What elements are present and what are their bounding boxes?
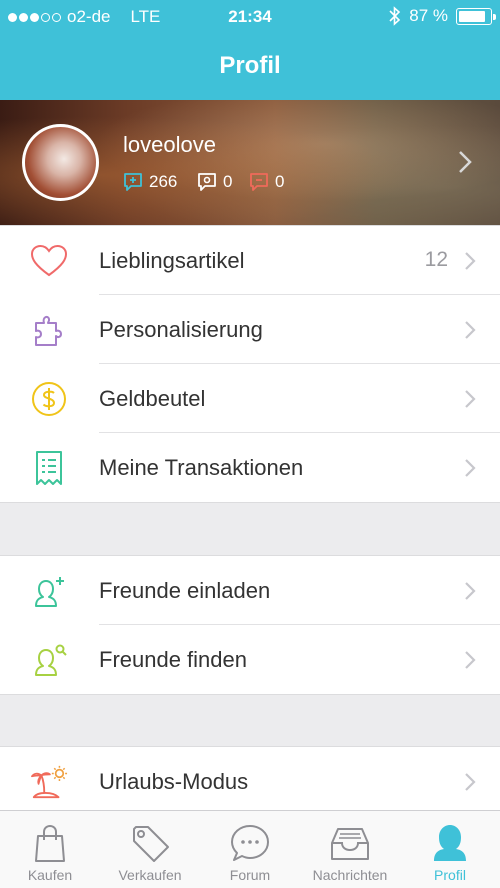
menu-group-account: Lieblingsartikel 12 Personalisierung Gel… — [0, 225, 500, 503]
menu-item-label: Lieblingsartikel — [99, 248, 245, 273]
menu-item-vacation-mode[interactable]: Urlaubs-Modus — [0, 747, 500, 816]
tab-bar: Kaufen Verkaufen Forum Nachrichten Profi… — [0, 810, 500, 888]
menu-item-favorites[interactable]: Lieblingsartikel 12 — [0, 226, 500, 295]
tab-label: Verkaufen — [118, 867, 182, 883]
navigation-header: o2-de LTE 21:34 87 % Profil — [0, 0, 500, 100]
inbox-tray-icon — [331, 828, 369, 860]
chevron-right-icon — [465, 390, 476, 408]
menu-item-label: Meine Transaktionen — [99, 455, 304, 480]
chevron-right-icon — [465, 252, 476, 270]
bluetooth-icon — [389, 6, 401, 26]
puzzle-icon — [30, 311, 68, 349]
menu-item-label: Personalisierung — [99, 317, 263, 342]
tab-label: Profil — [434, 867, 466, 883]
tab-sell[interactable]: Verkaufen — [100, 811, 200, 888]
favorites-count: 12 — [424, 248, 448, 271]
tab-messages[interactable]: Nachrichten — [300, 811, 400, 888]
username: loveolove — [123, 132, 216, 157]
menu-group-vacation: Urlaubs-Modus — [0, 746, 500, 817]
status-bar: o2-de LTE 21:34 87 % — [0, 0, 500, 34]
page-title: Profil — [219, 52, 281, 79]
menu-group-friends: Freunde einladen Freunde finden — [0, 555, 500, 695]
chevron-right-icon — [465, 582, 476, 600]
island-sun-icon — [30, 763, 68, 801]
chevron-right-icon — [465, 321, 476, 339]
chevron-right-icon — [459, 151, 472, 173]
shopping-bag-icon — [35, 824, 65, 862]
menu-item-invite-friends[interactable]: Freunde einladen — [0, 556, 500, 625]
rating-positive-count: 266 — [149, 172, 178, 191]
tab-profile[interactable]: Profil — [400, 811, 500, 888]
menu-item-label: Freunde finden — [99, 647, 247, 672]
chevron-right-icon — [465, 651, 476, 669]
comment-neutral-icon — [198, 173, 216, 191]
person-icon — [434, 825, 466, 861]
comment-plus-icon — [124, 173, 142, 191]
menu-item-label: Geldbeutel — [99, 386, 206, 411]
comment-minus-icon — [250, 173, 268, 191]
chat-bubble-icon — [231, 825, 269, 861]
rating-negative: 0 — [249, 172, 284, 192]
rating-negative-count: 0 — [275, 172, 285, 191]
chevron-right-icon — [465, 773, 476, 791]
rating-positive: 266 — [123, 172, 177, 192]
tab-forum[interactable]: Forum — [200, 811, 300, 888]
rating-neutral-count: 0 — [223, 172, 233, 191]
price-tag-icon — [133, 826, 169, 862]
tab-label: Forum — [229, 867, 271, 883]
dollar-coin-icon — [30, 380, 68, 418]
chevron-right-icon — [465, 459, 476, 477]
menu-item-find-friends[interactable]: Freunde finden — [0, 625, 500, 694]
menu-item-transactions[interactable]: Meine Transaktionen — [0, 433, 500, 502]
tab-label: Nachrichten — [312, 867, 388, 883]
menu-item-wallet[interactable]: Geldbeutel — [0, 364, 500, 433]
profile-header[interactable]: loveolove 266 0 0 — [0, 100, 500, 225]
rating-neutral: 0 — [197, 172, 232, 192]
tab-buy[interactable]: Kaufen — [0, 811, 100, 888]
add-friend-icon — [30, 572, 68, 610]
heart-icon — [30, 242, 68, 280]
menu-item-personalization[interactable]: Personalisierung — [0, 295, 500, 364]
menu-item-label: Urlaubs-Modus — [99, 769, 249, 794]
avatar[interactable] — [22, 124, 99, 201]
menu-item-label: Freunde einladen — [99, 578, 271, 603]
battery-icon — [456, 7, 496, 25]
battery-percent: 87 % — [409, 6, 448, 25]
tab-label: Kaufen — [27, 867, 73, 883]
receipt-icon — [30, 449, 68, 487]
find-friend-icon — [30, 641, 68, 679]
